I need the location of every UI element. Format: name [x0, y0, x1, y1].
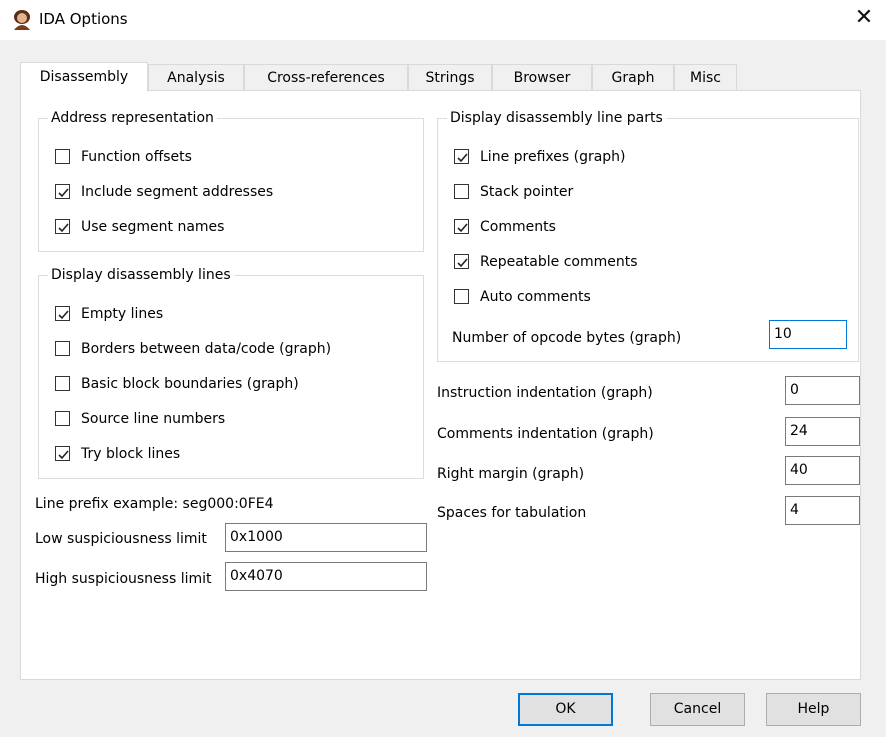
checkbox-label: Comments: [480, 219, 556, 235]
check-icon: [58, 223, 69, 233]
checkbox-box: [454, 289, 469, 304]
title-bar: IDA Options ✕: [0, 0, 886, 40]
checkbox-label: Stack pointer: [480, 184, 574, 200]
right-margin-label: Right margin (graph): [437, 466, 585, 482]
ida-app-icon: [14, 10, 30, 30]
comments-indentation-input[interactable]: 24: [785, 417, 860, 446]
check-icon: [58, 450, 69, 460]
checkbox-label: Auto comments: [480, 289, 591, 305]
checkbox-box: [454, 254, 469, 269]
close-icon[interactable]: ✕: [842, 0, 886, 38]
window-title: IDA Options: [39, 10, 128, 28]
tab-strip: Disassembly Analysis Cross-references St…: [20, 62, 860, 92]
low-suspiciousness-input[interactable]: 0x1000: [225, 523, 427, 552]
tab-graph[interactable]: Graph: [592, 64, 674, 91]
spaces-tabulation-label: Spaces for tabulation: [437, 505, 587, 521]
checkbox-label: Line prefixes (graph): [480, 149, 626, 165]
tab-browser[interactable]: Browser: [492, 64, 592, 91]
ok-button[interactable]: OK: [518, 693, 613, 726]
checkbox-label: Basic block boundaries (graph): [81, 376, 299, 392]
spaces-tabulation-input[interactable]: 4: [785, 496, 860, 525]
checkbox-box: [55, 446, 70, 461]
checkbox-box: [55, 219, 70, 234]
checkbox-label: Repeatable comments: [480, 254, 638, 270]
checkbox-box: [55, 411, 70, 426]
checkbox-box: [55, 149, 70, 164]
checkbox-box: [454, 149, 469, 164]
high-limit-label: High suspiciousness limit: [35, 571, 212, 587]
tab-strings[interactable]: Strings: [408, 64, 492, 91]
opcode-bytes-input[interactable]: 10: [769, 320, 847, 349]
checkbox-box: [55, 341, 70, 356]
checkbox-box: [55, 376, 70, 391]
line-parts-legend: Display disassembly line parts: [447, 109, 666, 127]
checkbox-label: Function offsets: [81, 149, 192, 165]
comments-indentation-label: Comments indentation (graph): [437, 426, 654, 442]
checkbox-label: Use segment names: [81, 219, 225, 235]
address-representation-legend: Address representation: [48, 109, 217, 127]
display-lines-group: Display disassembly lines Empty lines Bo…: [38, 266, 424, 479]
opcode-bytes-label: Number of opcode bytes (graph): [452, 330, 682, 346]
checkbox-box: [55, 184, 70, 199]
help-button[interactable]: Help: [766, 693, 861, 726]
line-parts-group: Display disassembly line parts Line pref…: [437, 109, 859, 362]
disassembly-tab-panel: Address representation Function offsets …: [20, 90, 861, 680]
checkbox-label: Source line numbers: [81, 411, 226, 427]
line-prefix-example: Line prefix example: seg000:0FE4: [35, 496, 274, 512]
right-margin-input[interactable]: 40: [785, 456, 860, 485]
instruction-indentation-label: Instruction indentation (graph): [437, 385, 653, 401]
high-suspiciousness-input[interactable]: 0x4070: [225, 562, 427, 591]
checkbox-label: Borders between data/code (graph): [81, 341, 332, 357]
check-icon: [457, 223, 468, 233]
tab-cross-references[interactable]: Cross-references: [244, 64, 408, 91]
tab-disassembly[interactable]: Disassembly: [20, 62, 148, 92]
address-representation-group: Address representation Function offsets …: [38, 109, 424, 252]
checkbox-label: Include segment addresses: [81, 184, 274, 200]
check-icon: [58, 188, 69, 198]
checkbox-box: [55, 306, 70, 321]
instruction-indentation-input[interactable]: 0: [785, 376, 860, 405]
checkbox-box: [454, 219, 469, 234]
checkbox-label: Try block lines: [81, 446, 181, 462]
tab-analysis[interactable]: Analysis: [148, 64, 244, 91]
display-lines-legend: Display disassembly lines: [48, 266, 234, 284]
checkbox-label: Empty lines: [81, 306, 164, 322]
low-limit-label: Low suspiciousness limit: [35, 531, 207, 547]
tab-misc[interactable]: Misc: [674, 64, 737, 91]
checkbox-box: [454, 184, 469, 199]
cancel-button[interactable]: Cancel: [650, 693, 745, 726]
check-icon: [457, 258, 468, 268]
check-icon: [58, 310, 69, 320]
check-icon: [457, 153, 468, 163]
